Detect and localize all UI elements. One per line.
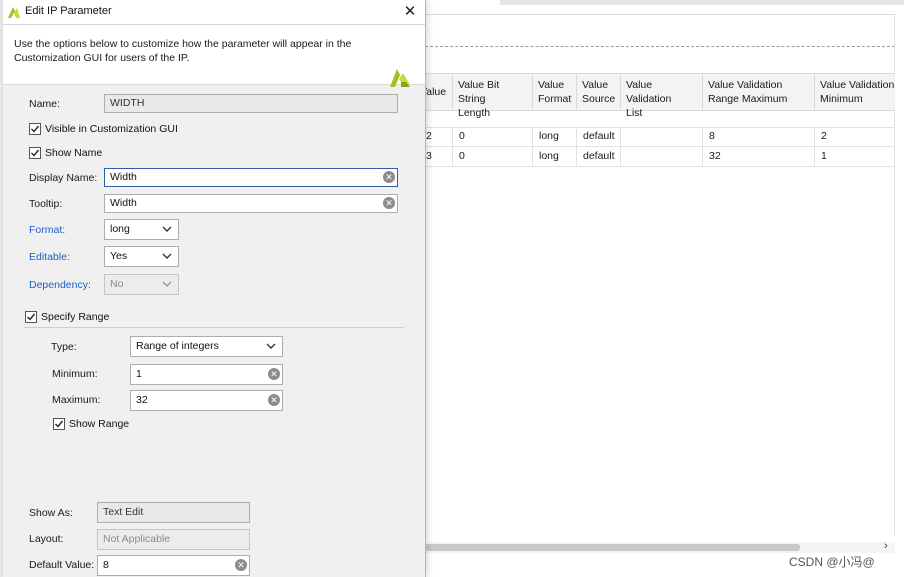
vivado-logo-icon: [390, 69, 410, 87]
checkmark-icon: [55, 420, 64, 428]
display-name-label: Display Name:: [29, 172, 98, 184]
background-separator: [425, 14, 895, 15]
checkmark-icon: [31, 149, 40, 157]
editable-select[interactable]: Yes: [104, 246, 179, 267]
show-name-checkbox[interactable]: [29, 147, 41, 159]
dependency-value: No: [110, 278, 124, 290]
chevron-down-icon: [162, 253, 172, 259]
table-cell: long: [532, 127, 576, 146]
intro-text: Use the options below to customize how t…: [14, 38, 352, 64]
table-empty-row: [425, 110, 895, 128]
dependency-select: No: [104, 274, 179, 295]
display-name-value: Width: [110, 171, 137, 183]
editable-value: Yes: [110, 250, 128, 262]
name-field: WIDTH: [104, 94, 398, 113]
dependency-label: Dependency:: [29, 279, 91, 291]
dialog-title: Edit IP Parameter: [25, 5, 112, 17]
dialog-titlebar[interactable]: Edit IP Parameter ✕: [3, 0, 425, 25]
column-header-value-format[interactable]: Value Format: [532, 74, 576, 110]
default-value-field[interactable]: 8 ✕: [97, 555, 250, 576]
visible-in-gui-checkbox[interactable]: [29, 123, 41, 135]
table-row[interactable]: 2 0 long default 8 2: [425, 127, 895, 147]
intro-panel: Use the options below to customize how t…: [3, 25, 425, 87]
clear-icon[interactable]: ✕: [268, 394, 280, 406]
table-cell: 32: [702, 147, 814, 166]
horizontal-scrollbar-thumb[interactable]: [425, 544, 800, 551]
background-dashed-divider: [425, 46, 895, 47]
chevron-down-icon: [266, 343, 276, 349]
vivado-logo-icon: [8, 7, 20, 18]
column-header-range-maximum[interactable]: Value Validation Range Maximum: [702, 74, 814, 110]
range-type-value: Range of integers: [136, 340, 219, 352]
tooltip-label: Tooltip:: [29, 198, 63, 210]
show-range-label[interactable]: Show Range: [69, 418, 129, 430]
edit-ip-parameter-dialog: Edit IP Parameter ✕ Use the options belo…: [3, 0, 426, 577]
checkmark-icon: [27, 313, 36, 321]
show-as-field[interactable]: Text Edit: [97, 502, 250, 523]
table-cell: default: [576, 127, 620, 146]
table-cell: 0: [452, 147, 532, 166]
maximum-field[interactable]: 32 ✕: [130, 390, 283, 411]
table-cell: default: [576, 147, 620, 166]
default-value-value: 8: [103, 559, 109, 571]
table-cell: [620, 147, 702, 166]
table-row[interactable]: 3 0 long default 32 1: [425, 147, 895, 167]
clear-icon[interactable]: ✕: [383, 171, 395, 183]
column-header-value-source[interactable]: Value Source: [576, 74, 620, 110]
specify-range-checkbox[interactable]: [25, 311, 37, 323]
minimum-label: Minimum:: [52, 368, 98, 380]
visible-in-gui-label[interactable]: Visible in Customization GUI: [45, 123, 178, 135]
table-cell: 2: [814, 127, 895, 146]
minimum-field[interactable]: 1 ✕: [130, 364, 283, 385]
range-type-select[interactable]: Range of integers: [130, 336, 283, 357]
scroll-right-icon[interactable]: ›: [884, 540, 888, 552]
format-value: long: [110, 223, 130, 235]
editable-label: Editable:: [29, 251, 70, 263]
layout-label: Layout:: [29, 533, 64, 545]
watermark: CSDN @小冯@: [789, 555, 875, 569]
minimum-value: 1: [136, 368, 142, 380]
column-header-bit-string-length[interactable]: Value Bit String Length: [452, 74, 532, 119]
maximum-label: Maximum:: [52, 394, 101, 406]
checkmark-icon: [31, 125, 40, 133]
table-header-row: Value Value Bit String Length Value Format…: [420, 73, 895, 119]
table-cell: 8: [702, 127, 814, 146]
table-cell: long: [532, 147, 576, 166]
column-header-validation-list[interactable]: Value Validation List: [620, 74, 702, 119]
show-as-label: Show As:: [29, 507, 73, 519]
column-header-range-minimum[interactable]: Value Validation RMinimum: [814, 74, 895, 110]
chevron-down-icon: [162, 226, 172, 232]
background-toolbar: [500, 0, 904, 5]
table-cell: 0: [452, 127, 532, 146]
table-cell: 1: [814, 147, 895, 166]
chevron-down-icon: [162, 281, 172, 287]
maximum-value: 32: [136, 394, 148, 406]
specify-range-label[interactable]: Specify Range: [41, 311, 109, 323]
show-range-checkbox[interactable]: [53, 418, 65, 430]
tooltip-value: Width: [110, 197, 137, 209]
name-label: Name:: [29, 98, 60, 110]
clear-icon[interactable]: ✕: [383, 197, 395, 209]
type-label: Type:: [51, 341, 77, 353]
clear-icon[interactable]: ✕: [268, 368, 280, 380]
show-name-label[interactable]: Show Name: [45, 147, 102, 159]
range-section-divider: [24, 327, 404, 328]
close-button[interactable]: ✕: [401, 3, 419, 21]
display-name-field[interactable]: Width ✕: [104, 168, 398, 187]
format-label: Format:: [29, 224, 66, 236]
tooltip-field[interactable]: Width ✕: [104, 194, 398, 213]
default-value-label: Default Value:: [29, 559, 95, 571]
format-select[interactable]: long: [104, 219, 179, 240]
layout-field: Not Applicable: [97, 529, 250, 550]
table-cell: [620, 127, 702, 146]
clear-icon[interactable]: ✕: [235, 559, 247, 571]
